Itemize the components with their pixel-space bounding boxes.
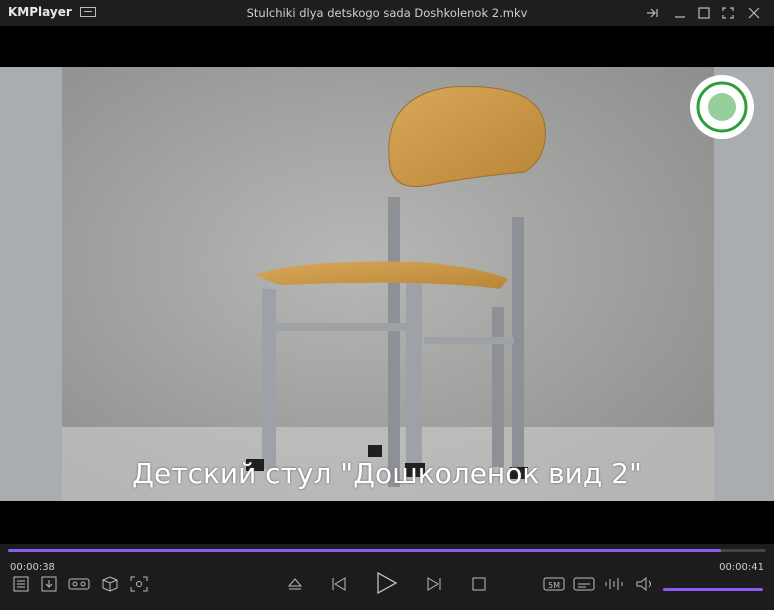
- title-bar: KMPlayer Stulchiki dlya detskogo sada Do…: [0, 0, 774, 26]
- pin-icon[interactable]: [642, 3, 662, 23]
- vr-icon[interactable]: [68, 575, 90, 593]
- maximize-icon[interactable]: [694, 3, 714, 23]
- seek-progress: [8, 549, 721, 552]
- stop-icon[interactable]: [470, 575, 488, 593]
- play-icon[interactable]: [373, 570, 399, 596]
- 3d-icon[interactable]: [101, 575, 119, 593]
- eject-icon[interactable]: [286, 575, 304, 593]
- speed-icon[interactable]: 5M: [543, 575, 565, 593]
- minimize-icon[interactable]: [670, 3, 690, 23]
- subtitle-text: Детский стул "Дошколенок вид 2": [132, 457, 642, 490]
- capture-icon[interactable]: [129, 575, 149, 593]
- volume-slider[interactable]: [663, 588, 763, 591]
- seek-bar[interactable]: [8, 549, 766, 552]
- svg-text:5M: 5M: [548, 581, 560, 590]
- volume-icon[interactable]: [634, 575, 656, 593]
- playlist-icon[interactable]: [12, 575, 30, 593]
- close-icon[interactable]: [744, 3, 764, 23]
- video-frame[interactable]: Детский стул "Дошколенок вид 2": [0, 67, 774, 501]
- remaining-time: 00:00:41: [719, 562, 764, 573]
- control-bar: 00:00:38 00:00:41 5M: [0, 544, 774, 610]
- elapsed-time: 00:00:38: [10, 562, 55, 573]
- download-icon[interactable]: [40, 575, 58, 593]
- next-icon[interactable]: [424, 575, 444, 593]
- equalizer-icon[interactable]: [603, 575, 625, 593]
- subtitle-icon[interactable]: [573, 575, 595, 593]
- fullscreen-icon[interactable]: [718, 3, 738, 23]
- chair-leg: [388, 197, 400, 487]
- previous-icon[interactable]: [329, 575, 349, 593]
- volume-level: [663, 588, 763, 591]
